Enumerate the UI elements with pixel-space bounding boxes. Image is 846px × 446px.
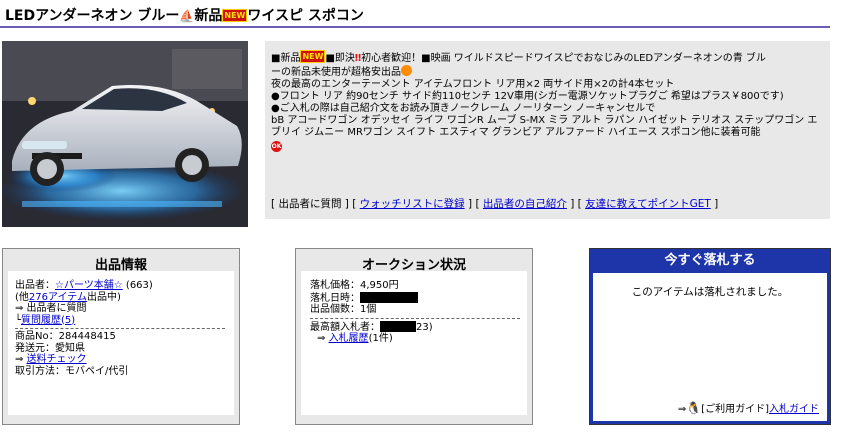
desc-line: ●ご入札の際は自己紹介文をお読み頂きノークレーム ノーリターン ノーキャンセルで (271, 103, 656, 114)
desc-line: ●フロント リア 約90センチ サイド約110センチ 12V車用(シガー電源ソケ… (271, 91, 784, 102)
other-items-link[interactable]: 276アイテム (29, 292, 87, 303)
seller-name-link[interactable]: ☆パーツ本舗☆ (55, 280, 123, 291)
guide-character-icon: 🐧 (686, 401, 702, 415)
redacted-bidder (380, 320, 416, 332)
desc-line: ーの新品未使用が超格安出品 (271, 67, 401, 78)
divider (310, 317, 520, 319)
seller-info-panel: 出品情報 出品者：☆パーツ本舗☆ (663) (他276アイテム出品中) ⇒ 出… (2, 248, 240, 425)
top-bidder-label: 最高額入札者： (310, 321, 380, 333)
seller-score: (663) (125, 280, 153, 291)
watchlist-link[interactable]: ウォッチリストに登録 (360, 198, 465, 210)
seller-panel-title: 出品情報 (94, 258, 147, 273)
ship-from: 発送元：愛知県 (15, 342, 85, 354)
seller-intro-link[interactable]: 出品者の自己紹介 (483, 198, 567, 210)
bracket: ] [ (344, 198, 357, 210)
ask-seller-text[interactable]: ⇒ 出品者に質問 (15, 303, 234, 315)
item-description: ■新品 NEW ■即決‼初心者歓迎！■映画 ワイルドスピードワイスピでおなじみのLE… (265, 41, 830, 219)
seller-label: 出品者： (15, 280, 55, 291)
title-part-3: ワイスピ スポコン (247, 8, 364, 24)
redacted-date (360, 291, 418, 303)
ask-seller-text: 出品者に質問 (278, 198, 342, 210)
desc-line: bB アコードワゴン オデッセイ ライフ ワゴンR ムーブ S-MX ミラ アル… (271, 115, 818, 138)
other-items-suffix: 出品中) (87, 291, 121, 303)
tell-friend-link[interactable]: 友達に教えてポイントGET (585, 198, 711, 210)
payment-method: 取引方法：モバペイ/代引 (15, 365, 129, 377)
auction-panel-title: オークション状況 (361, 258, 466, 273)
bid-guide-link[interactable]: 入札ガイド (769, 404, 819, 415)
desc-line: 夜の最高のエンターテーメント アイテムフロント リア用×2 両サイド用×2の計4… (271, 79, 675, 90)
final-price: 落札価格：4,950円 (310, 280, 399, 291)
end-date-label: 落札日時： (310, 292, 360, 304)
new-badge-icon: NEW (300, 50, 326, 63)
face-emoji-icon (401, 65, 412, 76)
desc-line: 初心者歓迎！■映画 ワイルドスピードワイスピでおなじみのLEDアンダーネオンの青… (361, 53, 766, 64)
buy-panel-title: 今すぐ落札する (664, 253, 756, 268)
description-text: ■新品 NEW ■即決‼初心者歓迎！■映画 ワイルドスピードワイスピでおなじみのLE… (271, 50, 824, 152)
other-items-prefix: (他 (15, 291, 29, 303)
question-history-link[interactable]: 質問履歴(5) (21, 315, 75, 326)
quantity: 出品個数：1個 (310, 304, 377, 315)
action-links: [ 出品者に質問 ] [ ウォッチリストに登録 ] [ 出品者の自己紹介 ] [… (271, 198, 718, 210)
arrow: ⇒ (677, 404, 687, 415)
bid-count: (1件) (368, 333, 393, 344)
car-photo (2, 41, 248, 227)
arrow: ⇒ (15, 354, 27, 365)
buy-panel-body: このアイテムは落札されました。 ⇒🐧[ご利用ガイド]入札ガイド (593, 273, 827, 421)
bracket: ] [ (570, 198, 582, 210)
auction-status-panel: オークション状況 落札価格：4,950円 落札日時： 出品個数：1個 最高額入札… (295, 248, 533, 425)
arrow: ⇒ (317, 333, 329, 344)
buy-now-panel: 今すぐ落札する このアイテムは落札されました。 ⇒🐧[ご利用ガイド]入札ガイド (589, 248, 831, 425)
guide-links: ⇒🐧[ご利用ガイド]入札ガイド (678, 400, 819, 415)
seller-info-body: 出品者：☆パーツ本舗☆ (663) (他276アイテム出品中) ⇒ 出品者に質問… (8, 271, 234, 415)
bid-history-link[interactable]: 入札履歴 (329, 333, 369, 344)
bracket: ] [ (468, 198, 480, 210)
item-number: 商品No：284448415 (15, 331, 116, 342)
auction-status-body: 落札価格：4,950円 落札日時： 出品個数：1個 最高額入札者： 23) ⇒ 入… (301, 271, 527, 415)
new-badge-icon: NEW (222, 9, 248, 22)
title-part-2: 新品 (194, 8, 223, 24)
sold-message: このアイテムは落札されました。 (631, 286, 789, 298)
boat-icon: ⛵ (179, 9, 195, 23)
page-title: LEDアンダーネオン ブルー⛵新品 NEW ワイスピ スポコン (5, 5, 364, 25)
desc-line: ■新品 (271, 53, 301, 64)
shipping-check-link[interactable]: 送料チェック (27, 354, 87, 365)
bracket: ] (714, 198, 719, 210)
title-bar: LEDアンダーネオン ブルー⛵新品 NEW ワイスピ スポコン (0, 0, 830, 28)
top-bidder-score: 23) (416, 321, 433, 333)
desc-line: ■即決 (325, 53, 355, 64)
usage-guide-text: [ご利用ガイド] (701, 404, 769, 415)
divider (15, 328, 225, 329)
title-part-1: LEDアンダーネオン ブルー (5, 8, 180, 24)
bracket: [ (271, 198, 276, 210)
ok-emoji-icon: OK (271, 141, 282, 152)
